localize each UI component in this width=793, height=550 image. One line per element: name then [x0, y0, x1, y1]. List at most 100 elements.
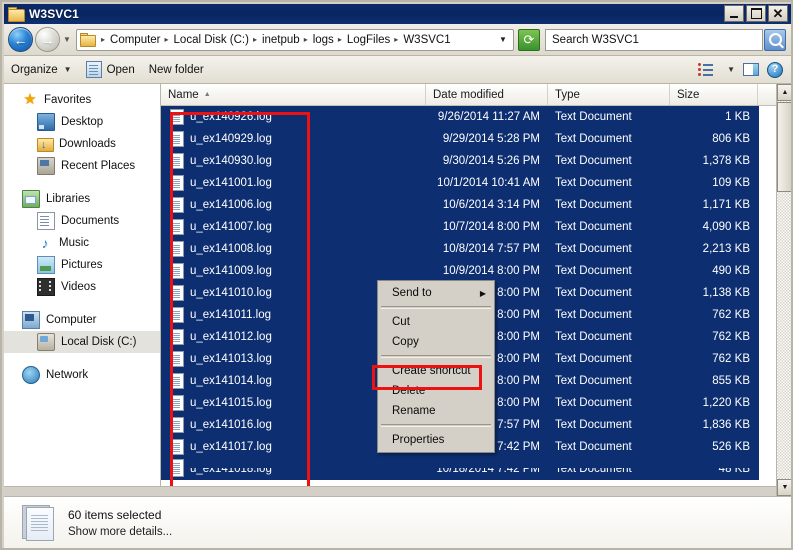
sidebar-item-computer[interactable]: Computer [4, 309, 160, 331]
sidebar-item-network[interactable]: Network [4, 364, 160, 386]
cell-size: 1 KB [725, 111, 750, 123]
scrollbar-thumb[interactable] [777, 102, 791, 192]
context-menu-item-delete[interactable]: Delete [378, 381, 494, 401]
context-menu-item-cut[interactable]: Cut [378, 312, 494, 332]
file-name: u_ex141016.log [190, 419, 272, 431]
cell-size: 1,836 KB [702, 419, 750, 431]
cell-name: u_ex141001.log [161, 175, 426, 191]
column-header-date-modified[interactable]: Date modified [426, 84, 548, 105]
history-dropdown-button[interactable]: ▼ [61, 35, 73, 44]
search-button[interactable] [764, 28, 786, 51]
column-header-type[interactable]: Type [548, 84, 670, 105]
documents-icon [37, 212, 55, 230]
sidebar-item-desktop[interactable]: Desktop [4, 111, 160, 133]
view-options-icon[interactable] [698, 63, 714, 76]
menu-separator [381, 355, 491, 358]
scroll-down-button[interactable]: ▼ [777, 479, 791, 496]
text-document-icon [170, 351, 184, 367]
cell-type: Text Document [555, 177, 632, 189]
column-header-name[interactable]: Name ▲ [161, 84, 426, 105]
text-document-icon [170, 285, 184, 301]
back-arrow-icon: ← [13, 31, 28, 48]
sidebar-item-music[interactable]: ♪ Music [4, 232, 160, 254]
show-more-details-link[interactable]: Show more details... [68, 526, 172, 538]
file-name: u_ex141014.log [190, 375, 272, 387]
notepad-icon [85, 61, 102, 78]
address-bar[interactable]: ▸ Computer ▸ Local Disk (C:) ▸ inetpub ▸… [76, 28, 514, 51]
text-document-icon [170, 175, 184, 191]
breadcrumb-item-logs[interactable]: logs [311, 34, 336, 46]
sidebar-item-documents[interactable]: Documents [4, 210, 160, 232]
back-button[interactable]: ← [8, 27, 33, 52]
column-header-spacer [758, 84, 776, 105]
table-row[interactable]: u_ex140929.log 9/29/2014 5:28 PM Text Docu… [161, 128, 759, 150]
breadcrumb-item-inetpub[interactable]: inetpub [260, 34, 302, 46]
cell-name: u_ex140929.log [161, 131, 426, 147]
submenu-arrow-icon: ▶ [479, 288, 486, 298]
table-row[interactable]: u_ex141006.log 10/6/2014 3:14 PM Text Docu… [161, 194, 759, 216]
preview-pane-icon[interactable] [743, 63, 759, 76]
address-folder-icon [80, 32, 96, 47]
navigation-bar: ← → ▼ ▸ Computer ▸ Local Disk (C:) ▸ ine… [4, 24, 791, 56]
cell-name: u_ex141006.log [161, 197, 426, 213]
file-name: u_ex140926.log [190, 111, 272, 123]
context-menu-item-copy[interactable]: Copy [378, 332, 494, 352]
sidebar-label: Local Disk (C:) [61, 336, 137, 348]
context-menu-item-send-to[interactable]: Send to ▶ [378, 283, 494, 303]
text-document-icon [170, 329, 184, 345]
breadcrumb-item-computer[interactable]: Computer [108, 34, 163, 46]
forward-button[interactable]: → [35, 27, 60, 52]
new-folder-button[interactable]: New folder [142, 59, 211, 81]
sidebar-item-favorites[interactable]: ★ Favorites [4, 89, 160, 111]
search-input[interactable]: Search W3SVC1 [545, 28, 786, 51]
cell-date-modified: 9/30/2014 5:26 PM [442, 155, 540, 167]
sidebar-item-local-disk[interactable]: Local Disk (C:) [4, 331, 160, 353]
table-row[interactable]: u_ex140930.log 9/30/2014 5:26 PM Text Docu… [161, 150, 759, 172]
table-row[interactable]: u_ex141007.log 10/7/2014 8:00 PM Text Docu… [161, 216, 759, 238]
table-row[interactable]: u_ex141008.log 10/8/2014 7:57 PM Text Docu… [161, 238, 759, 260]
column-header-size[interactable]: Size [670, 84, 758, 105]
help-icon[interactable]: ? [767, 61, 783, 78]
minimize-button[interactable] [724, 5, 744, 22]
sidebar-item-videos[interactable]: Videos [4, 276, 160, 298]
sidebar-item-pictures[interactable]: Pictures [4, 254, 160, 276]
open-button[interactable]: Open [79, 59, 142, 81]
column-label: Date modified [433, 88, 504, 101]
table-row[interactable]: u_ex141001.log 10/1/2014 10:41 AM Text Doc… [161, 172, 759, 194]
chevron-down-icon[interactable]: ▼ [495, 30, 511, 50]
text-document-icon [170, 109, 184, 125]
maximize-button[interactable] [746, 5, 766, 22]
sidebar-item-recent-places[interactable]: Recent Places [4, 155, 160, 177]
text-document-icon [170, 373, 184, 389]
sidebar-label: Favorites [44, 94, 92, 106]
close-button[interactable]: ✕ [768, 5, 788, 22]
text-document-icon [170, 459, 184, 468]
cell-name: u_ex140930.log [161, 153, 426, 169]
breadcrumb-item-w3svc1[interactable]: W3SVC1 [401, 34, 452, 46]
sort-ascending-icon: ▲ [203, 91, 211, 98]
navigation-pane[interactable]: ★ Favorites Desktop ↓ Downloads Recent P… [4, 84, 161, 496]
view-chevron-down-icon[interactable]: ▼ [727, 65, 735, 74]
cell-size: 806 KB [712, 133, 750, 145]
organize-button[interactable]: Organize ▼ [4, 59, 79, 81]
table-row[interactable]: u_ex140926.log 9/26/2014 11:27 AM Text Doc… [161, 106, 759, 128]
cell-size: 762 KB [712, 331, 750, 343]
context-menu-item-rename[interactable]: Rename [378, 401, 494, 421]
status-bar: 60 items selected Show more details... [4, 496, 791, 548]
downloads-icon: ↓ [37, 136, 54, 152]
context-menu-item-properties[interactable]: Properties [378, 430, 494, 450]
breadcrumb-item-logfiles[interactable]: LogFiles [345, 34, 392, 46]
table-row[interactable]: u_ex141009.log 10/9/2014 8:00 PM Text Docu… [161, 260, 759, 282]
sidebar-item-downloads[interactable]: ↓ Downloads [4, 133, 160, 155]
computer-icon [22, 311, 40, 329]
scroll-up-button[interactable]: ▲ [777, 84, 791, 101]
cell-type: Text Document [555, 441, 632, 453]
context-menu-item-create-shortcut[interactable]: Create shortcut [378, 361, 494, 381]
vertical-scrollbar[interactable]: ▲ ▼ [776, 84, 791, 496]
table-row-partial[interactable] [161, 458, 759, 468]
breadcrumb-item-local-disk[interactable]: Local Disk (C:) [172, 34, 251, 46]
sidebar-item-libraries[interactable]: Libraries [4, 188, 160, 210]
refresh-button[interactable]: ⟳ [518, 28, 540, 51]
cell-date-modified: 10/8/2014 7:57 PM [442, 243, 540, 255]
cell-type: Text Document [555, 111, 632, 123]
